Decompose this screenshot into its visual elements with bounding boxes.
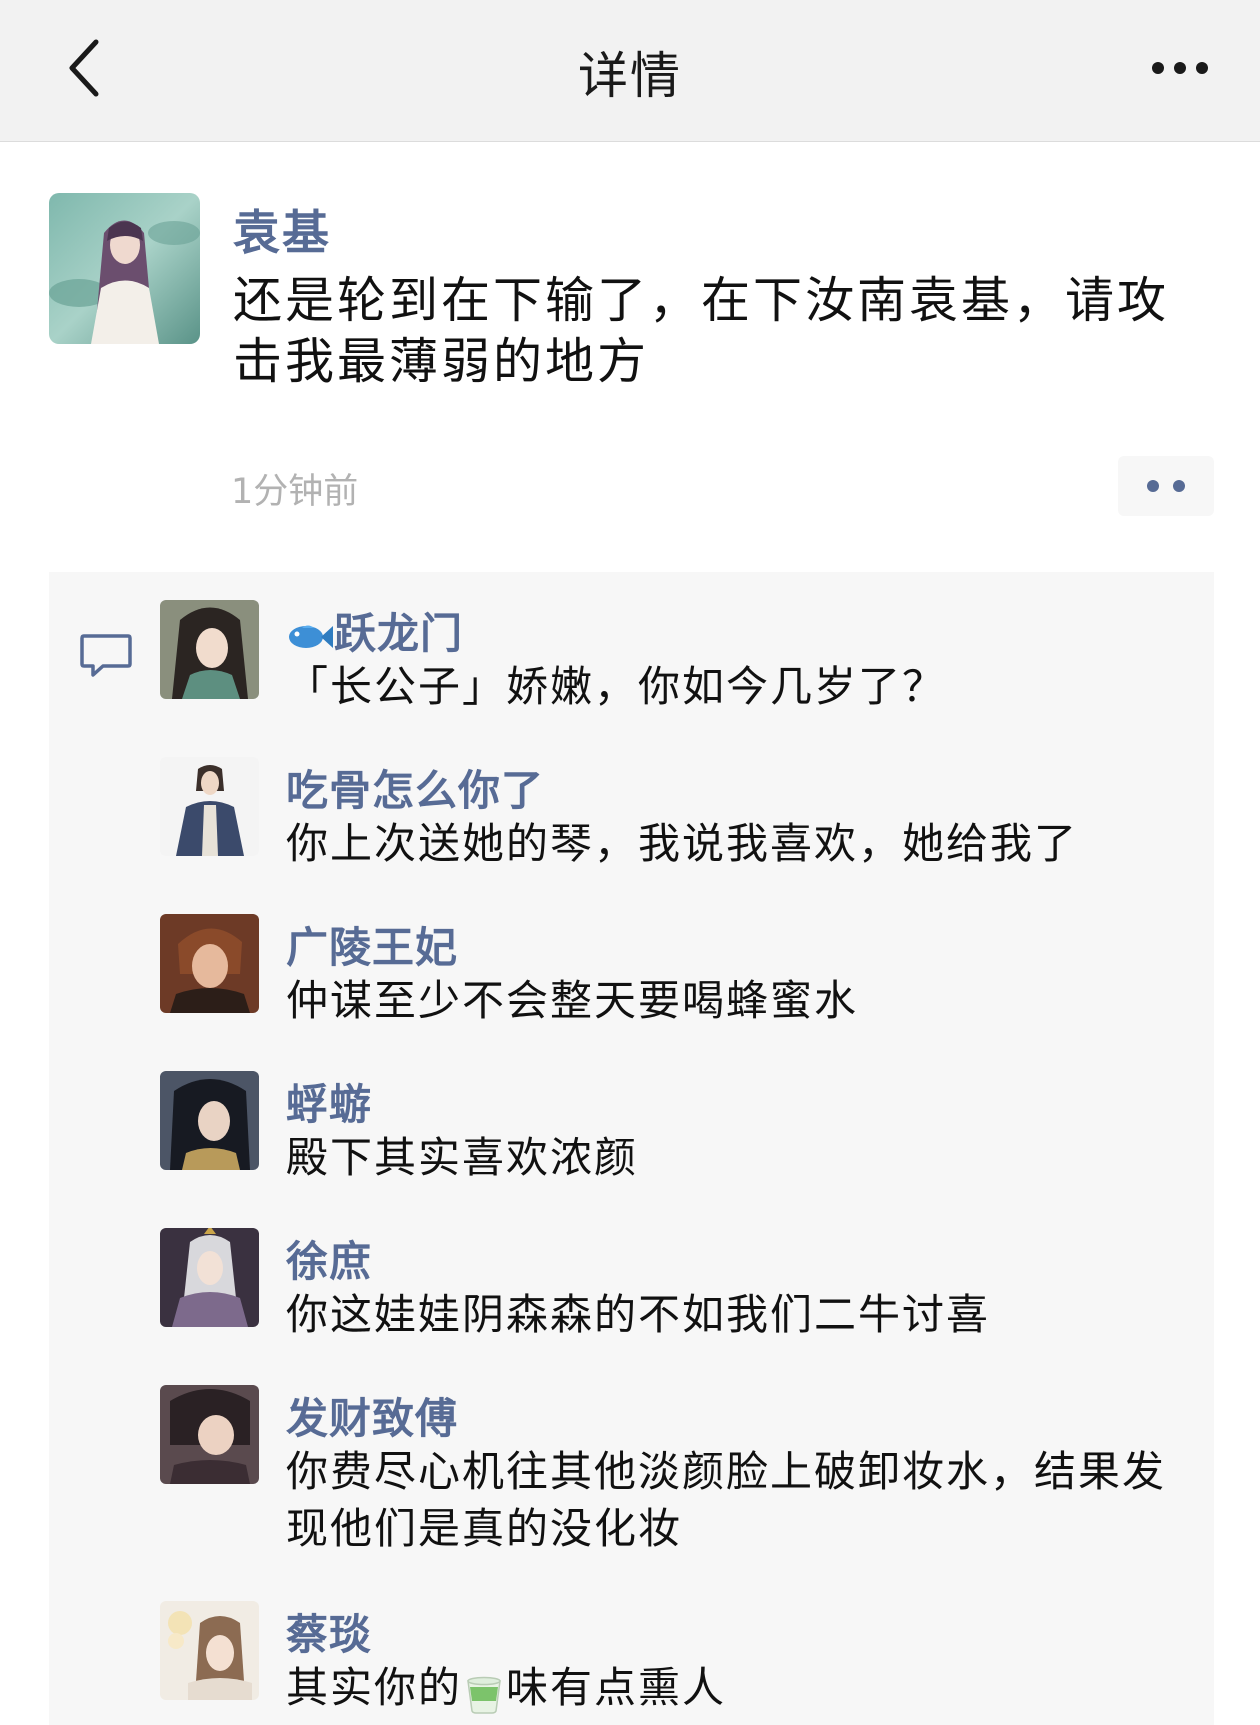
avatar[interactable] (160, 1385, 259, 1484)
comment-bubble-icon (80, 634, 132, 677)
avatar-image (160, 1385, 259, 1484)
page-title: 详情 (578, 47, 682, 105)
comment-author[interactable]: 发财致傅 (286, 1385, 458, 1446)
comment-text: 仲谋至少不会整天要喝蜂蜜水 (286, 976, 859, 1025)
two-dots-icon (1173, 480, 1185, 492)
comment-author[interactable]: 广陵王妃 (286, 914, 458, 975)
comment-text: 「长公子」娇嫩，你如今几岁了？ (286, 662, 947, 711)
comment-text-part: 其实你的 (286, 1663, 463, 1712)
more-button[interactable] (1130, 40, 1230, 96)
more-horizontal-icon (1152, 62, 1208, 74)
navbar: 详情 (0, 0, 1260, 142)
avatar-image (160, 914, 259, 1013)
comment-author[interactable]: 蔡琰 (286, 1601, 372, 1662)
comments-section: 跃龙门 「长公子」娇嫩，你如今几岁了？ 吃骨怎么你了 你上次送她的琴，我说我喜欢… (49, 572, 1214, 1725)
avatar-image (160, 1071, 259, 1170)
like-comment-button[interactable] (1118, 456, 1214, 516)
comment-author[interactable]: 吃骨怎么你了 (286, 757, 544, 818)
comment-text: 殿下其实喜欢浓颜 (286, 1133, 639, 1182)
avatar[interactable] (49, 193, 200, 344)
comment-author[interactable]: 跃龙门 (286, 600, 463, 661)
comment-author-name: 跃龙门 (334, 609, 464, 658)
avatar-image (160, 600, 259, 699)
post-text: 还是轮到在下输了，在下汝南袁基，请攻击我最薄弱的地方 (233, 272, 1170, 390)
comment-author[interactable]: 蜉蝣 (286, 1071, 372, 1132)
avatar[interactable] (160, 1071, 259, 1170)
comment-text-part: 味有点熏人 (506, 1663, 727, 1712)
post-time: 1分钟前 (231, 472, 359, 512)
avatar-image (160, 1601, 259, 1700)
two-dots-icon (1147, 480, 1159, 492)
avatar[interactable] (160, 914, 259, 1013)
avatar[interactable] (160, 1601, 259, 1700)
avatar[interactable] (160, 600, 259, 699)
fish-icon (289, 625, 333, 648)
avatar[interactable] (160, 757, 259, 856)
comment-text: 你这娃娃阴森森的不如我们二牛讨喜 (286, 1290, 991, 1339)
comment-text: 你费尽心机往其他淡颜脸上破卸妆水，结果发现他们是真的没化妆 (286, 1447, 1167, 1553)
avatar-image (49, 193, 200, 344)
avatar[interactable] (160, 1228, 259, 1327)
avatar-image (160, 1228, 259, 1327)
tea-cup-icon (467, 1676, 501, 1714)
comment-author[interactable]: 徐庶 (286, 1228, 372, 1289)
comment-text: 你上次送她的琴，我说我喜欢，她给我了 (286, 819, 1079, 868)
avatar-image (160, 757, 259, 856)
comment-text: 其实你的 味有点熏人 (286, 1659, 1186, 1716)
post-author[interactable]: 袁基 (233, 194, 331, 263)
